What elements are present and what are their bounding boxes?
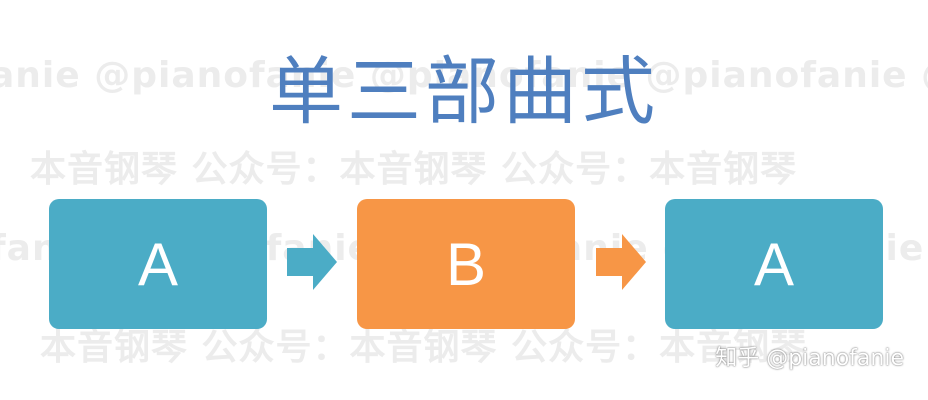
section-label: A	[137, 230, 179, 298]
arrow-shape	[596, 234, 646, 290]
section-box-b: B	[357, 199, 575, 329]
section-label: B	[445, 230, 487, 298]
arrow-shape	[287, 234, 337, 290]
arrow-right-icon	[596, 234, 646, 290]
section-label: A	[753, 230, 795, 298]
source-credit: 知乎 @pianofanie	[715, 346, 904, 371]
diagram-title: 单三部曲式	[269, 49, 659, 135]
section-box-a-return: A	[665, 199, 883, 329]
arrow-right-icon	[287, 234, 337, 290]
section-box-a-first: A	[49, 199, 267, 329]
watermark-row: 本音钢琴 公众号：本音钢琴 公众号：本音钢琴	[30, 149, 798, 190]
